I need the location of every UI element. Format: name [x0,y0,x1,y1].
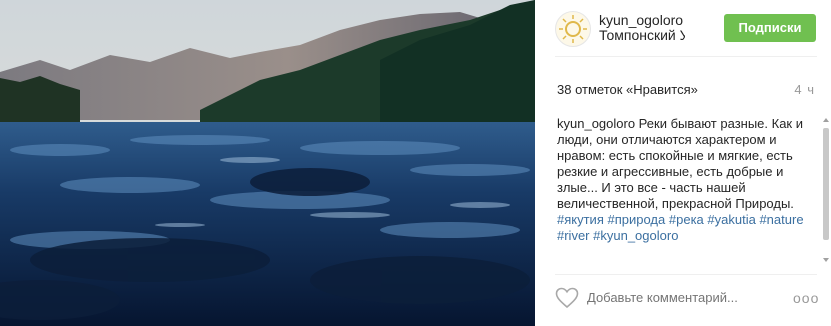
sun-logo-icon [559,15,587,43]
hashtag[interactable]: #river [557,228,590,243]
comment-bar: ooo [555,286,825,310]
likes-count[interactable]: 38 отметок «Нравится» [557,82,698,97]
footer-divider [555,274,817,275]
hashtag[interactable]: #nature [759,212,803,227]
post-time[interactable]: 4 ч [794,82,815,97]
hashtag[interactable]: #река [669,212,704,227]
post-photo[interactable] [0,0,535,326]
heart-outline-icon[interactable] [555,287,579,309]
ellipsis-icon[interactable]: ooo [793,290,819,306]
hashtag[interactable]: #yakutia [707,212,755,227]
avatar[interactable] [555,11,591,47]
post-caption: kyun_ogoloro Реки бывают разные. Как и л… [557,116,805,244]
river-mountains-image [0,0,535,326]
hashtag[interactable]: #природа [607,212,665,227]
hashtag[interactable]: #kyun_ogoloro [593,228,678,243]
hashtag[interactable]: #якутия [557,212,604,227]
post-location[interactable]: Томпонский Ул... [599,27,685,43]
comment-input[interactable] [587,290,767,305]
post-username[interactable]: kyun_ogoloro [599,12,683,28]
follow-button[interactable]: Подписки [724,14,816,42]
caption-scrollbar[interactable] [823,118,829,264]
header-divider [555,56,817,57]
post-header: kyun_ogoloro Томпонский Ул... Подписки [535,0,831,56]
caption-username[interactable]: kyun_ogoloro [557,116,635,131]
scroll-up-arrow-icon[interactable] [823,118,829,122]
post-side-panel: kyun_ogoloro Томпонский Ул... Подписки 3… [535,0,831,326]
scroll-down-arrow-icon[interactable] [823,258,829,262]
scroll-thumb[interactable] [823,128,829,240]
